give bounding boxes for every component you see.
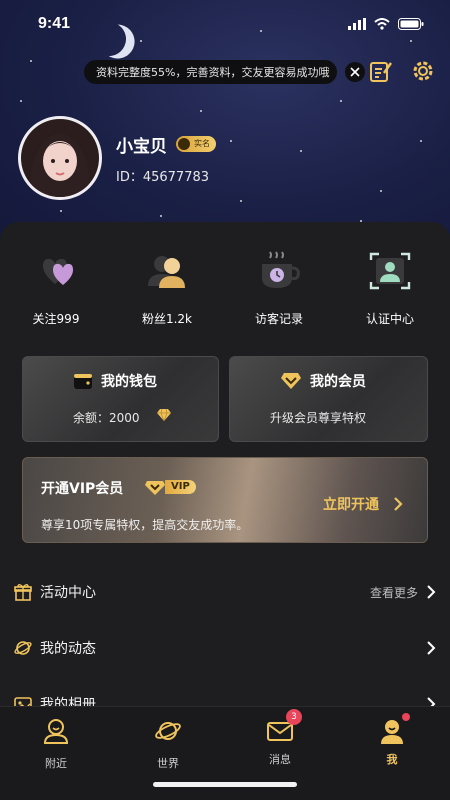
quick-action-verify[interactable]: 认证中心 — [344, 248, 436, 327]
me-icon — [381, 720, 403, 744]
profile-completion-notice[interactable]: 资料完整度55%，完善资料，交友更容易成功哦 — [84, 60, 337, 84]
tab-label-messages: 消息 — [269, 753, 291, 766]
tab-label-world: 世界 — [157, 757, 179, 770]
wallet-icon — [74, 374, 92, 389]
message-count-badge: 3 — [286, 709, 302, 725]
quick-action-following[interactable]: 关注999 — [10, 248, 102, 327]
quick-action-fans[interactable]: 粉丝1.2k — [121, 248, 213, 327]
open-vip-button[interactable]: 立即开通 — [323, 494, 403, 514]
me-notification-dot — [402, 713, 410, 721]
nearby-icon — [43, 719, 69, 744]
verify-label: 认证中心 — [365, 312, 414, 326]
vip-badge-text: VIP — [165, 480, 196, 494]
gift-icon — [14, 584, 32, 601]
wallet-card[interactable]: 我的钱包 余额：2000 — [22, 356, 219, 442]
tab-world[interactable]: 世界 — [128, 717, 208, 771]
vip-crown-icon — [145, 481, 165, 495]
vip-banner-title: 开通VIP会员 — [41, 481, 124, 497]
quick-action-visitors[interactable]: 访客记录 — [233, 248, 325, 327]
tab-me[interactable]: 我 — [352, 713, 432, 767]
home-indicator — [153, 782, 297, 787]
planet-icon — [14, 641, 32, 655]
tab-nearby[interactable]: 附近 — [16, 717, 96, 771]
avatar[interactable] — [18, 116, 102, 200]
wallet-balance: 余额：2000 — [73, 411, 140, 425]
wallet-title: 我的钱包 — [101, 374, 157, 390]
membership-title: 我的会员 — [310, 374, 366, 390]
menu-item-activity-center[interactable]: 活动中心 查看更多 — [0, 572, 450, 612]
verify-icon — [369, 252, 411, 290]
user-name: 小宝贝 — [116, 137, 167, 157]
tab-messages[interactable]: 3 消息 — [240, 709, 320, 767]
tab-label-me: 我 — [386, 753, 398, 766]
chevron-right-icon — [427, 641, 436, 655]
fans-label: 粉丝1.2k — [141, 312, 193, 326]
vip-diamond-icon — [281, 373, 301, 389]
world-icon — [155, 722, 181, 740]
signal-icon — [348, 18, 366, 30]
diamond-icon — [157, 409, 171, 421]
membership-card[interactable]: 我的会员 升级会员尊享特权 — [229, 356, 428, 442]
user-id: ID：45677783 — [116, 170, 210, 185]
vip-badge: VIP — [145, 479, 196, 495]
visitor-cup-icon — [262, 251, 300, 288]
vip-banner-desc: 尊享10项专属特权，提高交友成功率。 — [41, 518, 249, 532]
membership-subtitle: 升级会员尊享特权 — [270, 411, 367, 425]
chevron-right-icon — [427, 585, 436, 599]
visitors-label: 访客记录 — [254, 312, 303, 326]
open-vip-label: 立即开通 — [323, 497, 379, 513]
menu-label-activity-center: 活动中心 — [40, 585, 96, 601]
edit-profile-icon[interactable] — [369, 59, 393, 83]
close-icon[interactable] — [345, 62, 365, 82]
status-bar: 9:41 — [0, 0, 450, 48]
wifi-icon — [374, 18, 390, 30]
menu-label-my-posts: 我的动态 — [40, 641, 96, 657]
tab-label-nearby: 附近 — [45, 757, 67, 770]
menu-item-my-posts[interactable]: 我的动态 — [0, 628, 450, 668]
settings-gear-icon[interactable] — [410, 58, 436, 84]
fans-icon — [148, 256, 185, 288]
following-label: 关注999 — [32, 312, 80, 326]
view-more-link[interactable]: 查看更多 — [370, 584, 418, 601]
vip-banner[interactable]: 开通VIP会员 VIP 尊享10项专属特权，提高交友成功率。 立即开通 — [22, 457, 428, 543]
hearts-icon — [43, 258, 73, 285]
battery-icon — [398, 18, 424, 30]
verified-badge: 实名 — [176, 136, 216, 152]
status-time: 9:41 — [38, 15, 71, 32]
chevron-right-icon — [394, 497, 403, 511]
